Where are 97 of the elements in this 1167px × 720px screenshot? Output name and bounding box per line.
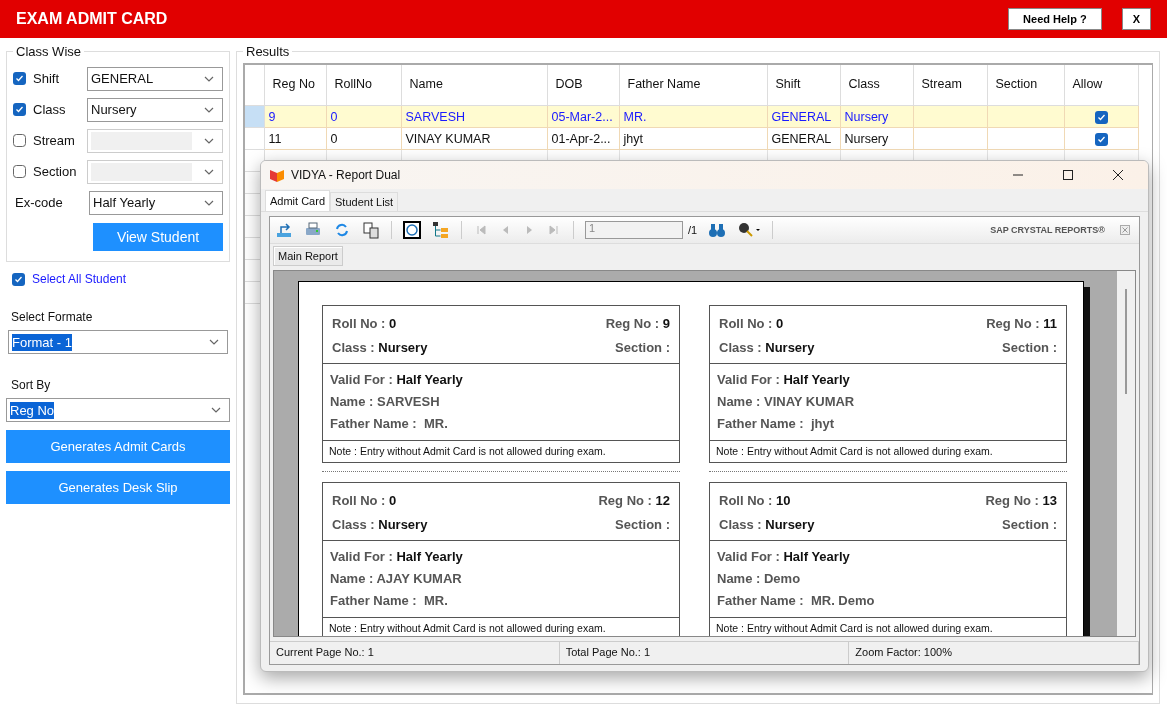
- student-name: Name : AJAY KUMAR: [330, 570, 462, 586]
- note-text: Note : Entry without Admit Card is not allowed during exam.: [329, 445, 606, 457]
- column-header[interactable]: Father Name: [619, 65, 767, 106]
- column-header[interactable]: Section: [987, 65, 1064, 106]
- class-text: Class : Nursery: [719, 339, 815, 355]
- section-text: Section :: [1002, 516, 1057, 532]
- brand-label: SAP CRYSTAL REPORTS®: [989, 225, 1105, 235]
- checkbox[interactable]: [12, 272, 25, 286]
- father-name: Father Name : MR. Demo: [717, 592, 875, 608]
- student-name: Name : VINAY KUMAR: [717, 393, 855, 409]
- tree-icon[interactable]: [432, 221, 450, 239]
- table-cell: GENERAL: [767, 127, 840, 150]
- status-text: Total Page No.: 1: [559, 642, 850, 664]
- section-text: Section :: [615, 339, 670, 355]
- column-header[interactable]: RollNo: [326, 65, 401, 106]
- chevron-down-icon: [204, 199, 214, 206]
- filter-label: Class: [33, 102, 66, 117]
- checkbox[interactable]: [13, 72, 26, 85]
- roll-number: Roll No : 0: [719, 315, 784, 331]
- father-name: Father Name : MR.: [330, 415, 448, 431]
- class-text: Class : Nursery: [332, 516, 428, 532]
- valid-for-text: Valid For : Half Yearly: [717, 548, 850, 564]
- checkbox[interactable]: [1094, 110, 1108, 124]
- column-header[interactable]: DOB: [547, 65, 619, 106]
- sort-dropdown[interactable]: Reg No: [6, 398, 230, 422]
- close-button[interactable]: X: [1121, 8, 1151, 30]
- reg-number: Reg No : 9: [605, 315, 670, 331]
- valid-for-text: Valid For : Half Yearly: [717, 371, 850, 387]
- group-title: Results: [245, 44, 291, 59]
- tab[interactable]: Admit Card: [265, 190, 331, 211]
- select-all-label: Select All Student: [32, 272, 127, 286]
- filter-label: Stream: [33, 133, 75, 148]
- table-cell: Nursery: [840, 127, 913, 150]
- table-cell: VINAY KUMAR: [401, 127, 547, 150]
- student-name: Name : Demo: [717, 570, 801, 586]
- status-text: Current Page No.: 1: [270, 642, 560, 664]
- column-header[interactable]: Stream: [913, 65, 987, 106]
- filter-label: Ex-code: [15, 195, 63, 210]
- valid-for-text: Valid For : Half Yearly: [330, 548, 463, 564]
- roll-number: Roll No : 0: [332, 315, 397, 331]
- reg-number: Reg No : 13: [985, 492, 1057, 508]
- format-label: Select Formate: [11, 310, 94, 324]
- father-name: Father Name : MR.: [330, 592, 448, 608]
- main-report-tab[interactable]: Main Report: [273, 246, 343, 266]
- table-cell: MR.: [619, 105, 767, 128]
- chevron-down-icon: [209, 339, 219, 345]
- group-title: Class Wise: [15, 44, 82, 59]
- binoculars-icon[interactable]: [708, 221, 727, 239]
- section-text: Section :: [1002, 339, 1057, 355]
- column-header[interactable]: Name: [401, 65, 547, 106]
- checkbox[interactable]: [1094, 132, 1108, 146]
- copy-icon[interactable]: [362, 221, 380, 239]
- class-text: Class : Nursery: [332, 339, 428, 355]
- column-header[interactable]: Class: [840, 65, 913, 106]
- roll-number: Roll No : 0: [332, 492, 397, 508]
- table-cell: 0: [326, 127, 401, 150]
- column-header[interactable]: Allow: [1064, 65, 1138, 106]
- table-cell: jhyt: [619, 127, 767, 150]
- app-title: EXAM ADMIT CARD: [16, 10, 169, 28]
- valid-for-text: Valid For : Half Yearly: [330, 371, 463, 387]
- note-text: Note : Entry without Admit Card is not allowed during exam.: [716, 622, 993, 634]
- column-header[interactable]: Reg No: [264, 65, 326, 106]
- chevron-down-icon: [211, 407, 221, 413]
- chevron-down-icon: [204, 106, 214, 113]
- dropdown[interactable]: GENERAL: [87, 66, 223, 91]
- page-total: /1: [688, 224, 698, 236]
- chevron-down-icon: [204, 75, 214, 82]
- dropdown[interactable]: Half Yearly: [89, 190, 223, 215]
- roll-number: Roll No : 10: [719, 492, 791, 508]
- checkbox[interactable]: [13, 103, 26, 116]
- tab[interactable]: Student List: [330, 192, 399, 211]
- chevron-down-icon: [204, 168, 214, 175]
- table-cell: SARVESH: [401, 105, 547, 128]
- sort-label: Sort By: [11, 378, 52, 392]
- filter-label: Shift: [33, 71, 59, 86]
- reg-number: Reg No : 11: [986, 315, 1057, 331]
- chevron-down-icon: [204, 137, 214, 144]
- note-text: Note : Entry without Admit Card is not allowed during exam.: [329, 622, 606, 634]
- reg-number: Reg No : 12: [598, 492, 670, 508]
- zoom-icon[interactable]: [737, 221, 762, 239]
- table-cell: 01-Apr-2...: [547, 127, 619, 150]
- export-icon[interactable]: [275, 221, 293, 239]
- section-text: Section :: [615, 516, 670, 532]
- book-icon: [269, 168, 285, 182]
- filter-label: Section: [33, 164, 77, 179]
- student-name: Name : SARVESH: [330, 393, 440, 409]
- window-title: VIDYA - Report Dual: [291, 168, 402, 182]
- column-header[interactable]: Shift: [767, 65, 840, 106]
- refresh-icon[interactable]: [333, 221, 351, 239]
- status-text: Zoom Factor: 100%: [849, 642, 1139, 664]
- table-cell: 11: [264, 127, 326, 150]
- format-dropdown[interactable]: Format - 1: [8, 330, 228, 354]
- class-text: Class : Nursery: [719, 516, 815, 532]
- father-name: Father Name : jhyt: [717, 415, 835, 431]
- dropdown[interactable]: Nursery: [87, 97, 223, 122]
- note-text: Note : Entry without Admit Card is not allowed during exam.: [716, 445, 993, 457]
- help-button[interactable]: Need Help ?: [1008, 8, 1102, 30]
